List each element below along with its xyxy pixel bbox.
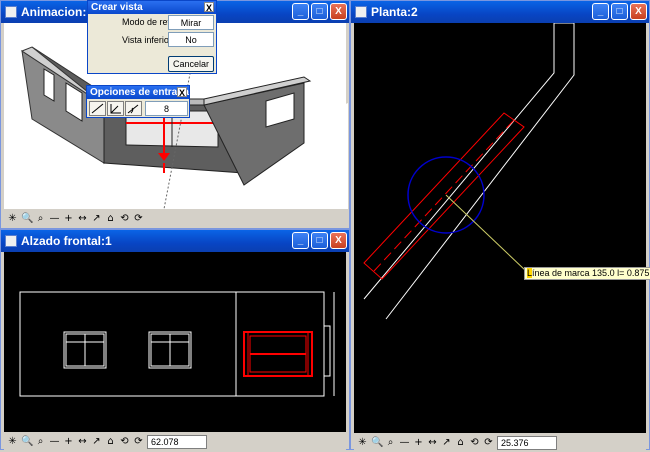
home-icon[interactable]: ⌂ — [105, 213, 116, 225]
angle-tool-icon[interactable] — [107, 101, 124, 116]
window-icon — [5, 6, 17, 18]
opciones-titlebar[interactable]: Opciones de entrada X — [87, 86, 189, 99]
redo-icon[interactable]: ⟳ — [133, 213, 144, 225]
zoom-level-field[interactable]: 62.078 — [147, 435, 207, 449]
zoom-in-icon[interactable]: + — [63, 436, 74, 448]
zoom-icon[interactable]: 🔍 — [21, 213, 33, 225]
vista-inferior-label: Vista inferior — [122, 35, 172, 45]
undo-icon[interactable]: ⟲ — [119, 213, 130, 225]
snap-icon[interactable]: ✳ — [357, 437, 368, 449]
opciones-entrada-dialog: Opciones de entrada X 8 — [86, 85, 190, 118]
zoom-window-icon[interactable]: ⌕ — [385, 437, 396, 449]
close-button[interactable]: X — [330, 232, 347, 249]
planta-viewport[interactable]: Línea de marca 135.0 l= 0.875 — [354, 22, 650, 433]
alzado-title: Alzado frontal:1 — [21, 234, 112, 248]
measure-tooltip: Línea de marca 135.0 l= 0.875 — [524, 267, 650, 280]
zoom-in-icon[interactable]: + — [413, 437, 424, 449]
maximize-button[interactable]: □ — [311, 3, 328, 20]
close-icon[interactable]: X — [177, 87, 187, 98]
zoom-out-icon[interactable]: — — [49, 436, 60, 448]
crear-vista-titlebar[interactable]: Crear vista X — [88, 1, 216, 14]
close-button[interactable]: X — [630, 3, 647, 20]
pan-icon[interactable]: ↔ — [77, 213, 88, 225]
undo-icon[interactable]: ⟲ — [469, 437, 480, 449]
window-icon — [5, 235, 17, 247]
undo-icon[interactable]: ⟲ — [119, 436, 130, 448]
crear-vista-dialog: Crear vista X Modo de ref. Mirar Vista i… — [87, 0, 217, 74]
minimize-button[interactable]: _ — [292, 3, 309, 20]
maximize-button[interactable]: □ — [311, 232, 328, 249]
pan-icon[interactable]: ↔ — [427, 437, 438, 449]
arrow-icon[interactable]: ↗ — [91, 436, 102, 448]
modo-field[interactable]: Mirar — [168, 15, 214, 30]
close-icon[interactable]: X — [204, 2, 214, 13]
arc-tool-icon[interactable] — [125, 101, 142, 116]
alzado-toolbar: ✳ 🔍 ⌕ — + ↔ ↗ ⌂ ⟲ ⟳ 62.078 — [4, 433, 346, 451]
line-tool-icon[interactable] — [89, 101, 106, 116]
cancel-button[interactable]: Cancelar — [168, 56, 214, 72]
tooltip-text: ínea de marca 135.0 l= 0.875 — [532, 268, 650, 278]
snap-icon[interactable]: ✳ — [7, 436, 18, 448]
plan-drawing — [363, 22, 575, 320]
divisions-field[interactable]: 8 — [145, 101, 188, 116]
window-icon — [355, 6, 367, 18]
zoom-icon[interactable]: 🔍 — [371, 437, 383, 449]
zoom-out-icon[interactable]: — — [49, 213, 60, 225]
arrow-icon[interactable]: ↗ — [441, 437, 452, 449]
vista-inferior-field[interactable]: No — [168, 32, 214, 47]
opciones-title: Opciones de entrada — [90, 87, 189, 98]
home-icon[interactable]: ⌂ — [455, 437, 466, 449]
home-icon[interactable]: ⌂ — [105, 436, 116, 448]
planta-window: Planta:2 _ □ X Línea de marca 135.0 l= 0… — [350, 0, 650, 452]
planta-toolbar: ✳ 🔍 ⌕ — + ↔ ↗ ⌂ ⟲ ⟳ 25.376 — [354, 434, 646, 452]
zoom-out-icon[interactable]: — — [399, 437, 410, 449]
alzado-titlebar[interactable]: Alzado frontal:1 _ □ X — [1, 230, 349, 252]
zoom-window-icon[interactable]: ⌕ — [35, 213, 46, 225]
close-button[interactable]: X — [330, 3, 347, 20]
redo-icon[interactable]: ⟳ — [133, 436, 144, 448]
zoom-level-field[interactable]: 25.376 — [497, 436, 557, 450]
alzado-viewport[interactable] — [4, 252, 346, 432]
zoom-in-icon[interactable]: + — [63, 213, 74, 225]
maximize-button[interactable]: □ — [611, 3, 628, 20]
arrow-icon[interactable]: ↗ — [91, 213, 102, 225]
zoom-icon[interactable]: 🔍 — [21, 436, 33, 448]
animacion-toolbar: ✳ 🔍 ⌕ — + ↔ ↗ ⌂ ⟲ ⟳ — [4, 210, 346, 228]
planta-title: Planta:2 — [371, 5, 418, 19]
minimize-button[interactable]: _ — [592, 3, 609, 20]
alzado-window: Alzado frontal:1 _ □ X ✳ 🔍 ⌕ — + ↔ ↗ ⌂ ⟲… — [0, 229, 350, 451]
redo-icon[interactable]: ⟳ — [483, 437, 494, 449]
minimize-button[interactable]: _ — [292, 232, 309, 249]
snap-icon[interactable]: ✳ — [7, 213, 18, 225]
crear-vista-title: Crear vista — [91, 2, 143, 13]
elevation-drawing — [19, 291, 335, 397]
zoom-window-icon[interactable]: ⌕ — [35, 436, 46, 448]
planta-titlebar[interactable]: Planta:2 _ □ X — [351, 1, 649, 23]
pan-icon[interactable]: ↔ — [77, 436, 88, 448]
modo-label: Modo de ref. — [122, 17, 173, 27]
